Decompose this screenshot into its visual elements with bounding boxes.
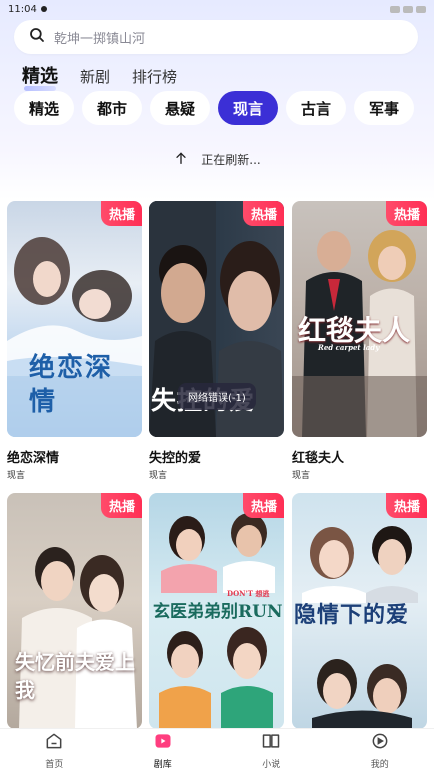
drama-title: 绝恋深情 (7, 451, 60, 466)
battery-icon (416, 5, 426, 13)
drama-genre: 现言 (292, 471, 311, 481)
error-toast: 网络错误(-1) (178, 383, 256, 410)
chip-military[interactable]: 军事 (354, 91, 414, 125)
signal-icon (403, 5, 413, 13)
nav-novels-label: 小说 (262, 760, 281, 770)
category-chips: 精选 都市 悬疑 现言 古言 军事 (14, 91, 414, 125)
poster-title-text: 失忆前夫爱上我 (15, 650, 135, 702)
nav-novels[interactable]: 小说 (236, 731, 306, 770)
drama-card[interactable]: 玄医弟弟别RUN DON'T 想逃 热播 (149, 493, 284, 729)
tab-featured[interactable]: 精选 (22, 62, 58, 91)
poster-title-text: 绝恋深情 (29, 353, 114, 417)
drama-poster[interactable]: 隐情下的爱 热播 (292, 493, 427, 729)
drama-genre: 现言 (149, 471, 168, 481)
status-indicators (390, 5, 426, 13)
hot-badge: 热播 (385, 493, 427, 518)
refresh-text: 正在刷新... (201, 153, 261, 167)
play-library-icon (153, 731, 173, 754)
hot-badge: 热播 (385, 201, 427, 226)
drama-card[interactable]: 红毯夫人 Red carpet lady 热播 红毯夫人 现言 (292, 201, 427, 481)
wifi-icon (390, 5, 400, 13)
home-icon (44, 731, 64, 754)
chip-featured[interactable]: 精选 (14, 91, 74, 125)
poster-title-text: 隐情下的爱 (294, 602, 410, 628)
search-placeholder: 乾坤一掷镇山河 (54, 31, 146, 47)
drama-card[interactable]: 隐情下的爱 热播 (292, 493, 427, 729)
notification-dot-icon (40, 6, 47, 12)
drama-poster[interactable]: 失忆前夫爱上我 热播 (7, 493, 142, 729)
nav-drama-library-label: 剧库 (153, 760, 172, 770)
hot-badge: 热播 (242, 493, 284, 518)
book-icon (261, 731, 281, 754)
status-bar: 11:04 (0, 0, 434, 18)
search-bar[interactable]: 乾坤一掷镇山河 (14, 20, 418, 54)
drama-card[interactable]: 失控的爱 热播 失控的爱 现言 (149, 201, 284, 481)
main-tabs: 精选 新剧 排行榜 (22, 62, 177, 91)
chip-modern-romance[interactable]: 现言 (218, 91, 278, 125)
search-icon (28, 26, 46, 48)
drama-poster[interactable]: 绝恋深情 热播 (7, 201, 142, 437)
nav-drama-library[interactable]: 剧库 (128, 731, 198, 770)
drama-genre: 现言 (7, 471, 26, 481)
chip-suspense[interactable]: 悬疑 (150, 91, 210, 125)
hot-badge: 热播 (242, 201, 284, 226)
nav-profile-label: 我的 (370, 760, 389, 770)
tab-new-dramas[interactable]: 新剧 (80, 66, 110, 87)
poster-title-text: 玄医弟弟别RUN (153, 602, 283, 622)
hot-badge: 热播 (100, 493, 142, 518)
chip-urban[interactable]: 都市 (82, 91, 142, 125)
chip-ancient-romance[interactable]: 古言 (286, 91, 346, 125)
hot-badge: 热播 (100, 201, 142, 226)
drama-card[interactable]: 失忆前夫爱上我 热播 (7, 493, 142, 729)
drama-title: 红毯夫人 (292, 451, 345, 466)
nav-profile[interactable]: 我的 (345, 731, 415, 770)
refresh-indicator: 正在刷新... (0, 150, 434, 169)
profile-icon (370, 731, 390, 754)
nav-home[interactable]: 首页 (19, 731, 89, 770)
status-time: 11:04 (8, 3, 37, 15)
bottom-navigation: 首页 剧库 小说 我的 (0, 728, 434, 772)
poster-subtitle-text: DON'T 想逃 (227, 589, 270, 598)
arrow-up-icon (173, 150, 189, 169)
poster-subtitle-text: Red carpet lady (318, 343, 380, 352)
nav-home-label: 首页 (45, 760, 64, 770)
drama-title: 失控的爱 (149, 451, 202, 466)
tab-rankings[interactable]: 排行榜 (132, 66, 177, 87)
drama-poster[interactable]: 玄医弟弟别RUN DON'T 想逃 热播 (149, 493, 284, 729)
drama-card[interactable]: 绝恋深情 热播 绝恋深情 现言 (7, 201, 142, 481)
drama-poster[interactable]: 红毯夫人 Red carpet lady 热播 (292, 201, 427, 437)
